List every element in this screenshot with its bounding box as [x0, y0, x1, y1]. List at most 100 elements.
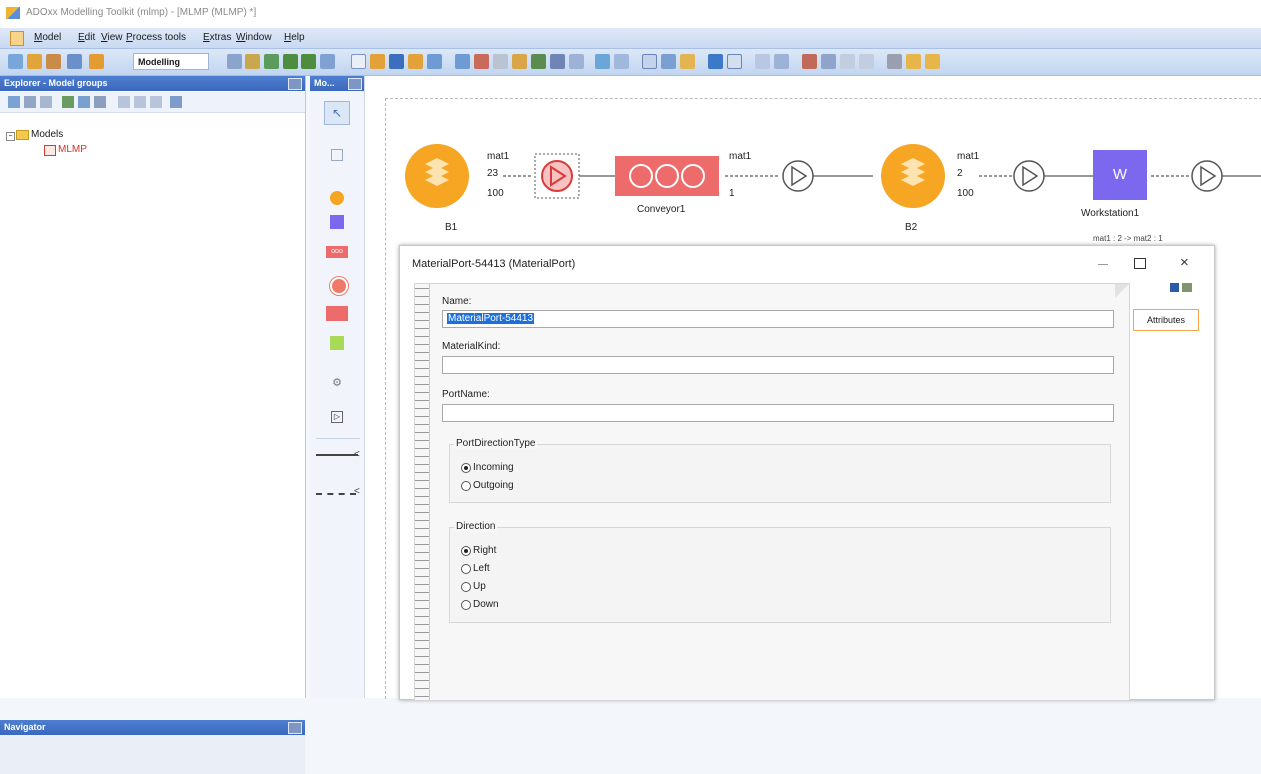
- conveyor-tool-icon[interactable]: ooo: [326, 246, 348, 258]
- toolbar-icon-29[interactable]: [708, 54, 723, 69]
- menu-view[interactable]: View: [101, 32, 123, 43]
- menu-model[interactable]: Model: [34, 32, 61, 43]
- toolbar-icon-31[interactable]: [755, 54, 770, 69]
- transformer-tool-icon[interactable]: [326, 306, 348, 321]
- toolbar-icon-3[interactable]: [46, 54, 61, 69]
- green-tool-icon[interactable]: [330, 336, 344, 350]
- buffer-tool-icon[interactable]: [330, 191, 344, 205]
- toolbar-icon-30[interactable]: [727, 54, 742, 69]
- radio-right[interactable]: [461, 546, 471, 556]
- explorer-tool-icon-10[interactable]: [170, 96, 182, 108]
- menu-window[interactable]: Window: [236, 32, 272, 43]
- swimlane-tool-icon[interactable]: [331, 149, 343, 161]
- explorer-panel: Explorer - Model groups − Models MLMP Na…: [0, 76, 306, 774]
- toolbar-icon-14[interactable]: [389, 54, 404, 69]
- mode-combo[interactable]: Modelling: [133, 53, 209, 70]
- toolbar-icon-2[interactable]: [27, 54, 42, 69]
- radio-down[interactable]: [461, 600, 471, 610]
- attributes-tab[interactable]: Attributes: [1133, 309, 1199, 331]
- toolbar-icon-12[interactable]: [351, 54, 366, 69]
- explorer-tool-icon-6[interactable]: [94, 96, 106, 108]
- workstation-recipe: mat1 : 2 -> mat2 : 1: [1093, 234, 1163, 243]
- toolbar-icon-15[interactable]: [408, 54, 423, 69]
- explorer-tool-icon-1[interactable]: [8, 96, 20, 108]
- dashed-connector-tool-icon[interactable]: [316, 493, 356, 495]
- toolbar-icon-21[interactable]: [531, 54, 546, 69]
- selected-port[interactable]: [541, 160, 573, 192]
- toolbar-icon-4[interactable]: [67, 54, 82, 69]
- radio-incoming[interactable]: [461, 463, 471, 473]
- menu-help[interactable]: Help: [284, 32, 305, 43]
- tree-item-mlmp[interactable]: MLMP: [58, 144, 87, 155]
- clock-tool-icon[interactable]: [330, 277, 348, 295]
- toolbar-icon-39[interactable]: [925, 54, 940, 69]
- dialog-title: MaterialPort-54413 (MaterialPort): [412, 258, 576, 270]
- explorer-tool-icon-8[interactable]: [134, 96, 146, 108]
- toolbar-icon-22[interactable]: [550, 54, 565, 69]
- save-icon[interactable]: [1170, 283, 1179, 292]
- toolbar-icon-10[interactable]: [301, 54, 316, 69]
- toolbar-icon-23[interactable]: [569, 54, 584, 69]
- explorer-close-icon[interactable]: [288, 78, 302, 90]
- toolbar-icon-20[interactable]: [512, 54, 527, 69]
- toolbar-icon-8[interactable]: [264, 54, 279, 69]
- materialkind-field[interactable]: [442, 356, 1114, 374]
- explorer-tool-icon-2[interactable]: [24, 96, 36, 108]
- explorer-tool-icon-5[interactable]: [78, 96, 90, 108]
- pointer-tool-icon[interactable]: ↖: [324, 101, 350, 125]
- toolbar-icon-34[interactable]: [821, 54, 836, 69]
- toolbar-icon-27[interactable]: [661, 54, 676, 69]
- close-icon[interactable]: ×: [1180, 254, 1189, 271]
- gear-tool-icon[interactable]: ⚙: [330, 376, 344, 390]
- tree-item-models[interactable]: Models: [31, 129, 63, 140]
- port-tool-icon[interactable]: ▷: [331, 411, 343, 423]
- menu-process-tools[interactable]: Process tools: [126, 32, 186, 43]
- toolbar-icon-13[interactable]: [370, 54, 385, 69]
- explorer-tool-icon-9[interactable]: [150, 96, 162, 108]
- toolbar-icon-5[interactable]: [89, 54, 104, 69]
- explorer-tool-icon-4[interactable]: [62, 96, 74, 108]
- tree-expand-icon[interactable]: −: [6, 132, 15, 141]
- toolbar-icon-18[interactable]: [474, 54, 489, 69]
- minimize-icon[interactable]: [1098, 264, 1108, 265]
- portname-field[interactable]: [442, 404, 1114, 422]
- port-2[interactable]: [782, 160, 814, 192]
- radio-left[interactable]: [461, 564, 471, 574]
- toolbar-icon-9[interactable]: [283, 54, 298, 69]
- toolbar-icon-7[interactable]: [245, 54, 260, 69]
- toolbar-icon-38[interactable]: [906, 54, 921, 69]
- toolbar-icon-32[interactable]: [774, 54, 789, 69]
- name-field[interactable]: MaterialPort-54413: [442, 310, 1114, 328]
- document-icon: [10, 31, 24, 46]
- toolbar-icon-17[interactable]: [455, 54, 470, 69]
- radio-up[interactable]: [461, 582, 471, 592]
- toolbar-icon-11[interactable]: [320, 54, 335, 69]
- toolbar-icon-36[interactable]: [859, 54, 874, 69]
- toolbar-icon-16[interactable]: [427, 54, 442, 69]
- portname-label: PortName:: [442, 389, 490, 400]
- menu-extras[interactable]: Extras: [203, 32, 231, 43]
- explorer-tool-icon-7[interactable]: [118, 96, 130, 108]
- workstation-tool-icon[interactable]: [330, 215, 344, 229]
- explorer-tool-icon-3[interactable]: [40, 96, 52, 108]
- print-icon[interactable]: [1182, 283, 1192, 292]
- toolbar-icon-33[interactable]: [802, 54, 817, 69]
- toolbar-icon-28[interactable]: [680, 54, 695, 69]
- toolbar-icon-6[interactable]: [227, 54, 242, 69]
- divider: [316, 438, 360, 439]
- toolbar-icon-24[interactable]: [595, 54, 610, 69]
- radio-outgoing[interactable]: [461, 481, 471, 491]
- navigator-close-icon[interactable]: [288, 722, 302, 734]
- toolbar-icon-25[interactable]: [614, 54, 629, 69]
- menu-edit[interactable]: Edit: [78, 32, 95, 43]
- toolbar-icon-19[interactable]: [493, 54, 508, 69]
- port-3[interactable]: [1013, 160, 1045, 192]
- modelling-bar-close-icon[interactable]: [348, 78, 362, 90]
- solid-connector-tool-icon[interactable]: [316, 454, 358, 456]
- port-4[interactable]: [1191, 160, 1223, 192]
- toolbar-icon-35[interactable]: [840, 54, 855, 69]
- toolbar-icon-26[interactable]: [642, 54, 657, 69]
- toolbar-icon-1[interactable]: [8, 54, 23, 69]
- toolbar-icon-37[interactable]: [887, 54, 902, 69]
- maximize-icon[interactable]: [1134, 258, 1146, 269]
